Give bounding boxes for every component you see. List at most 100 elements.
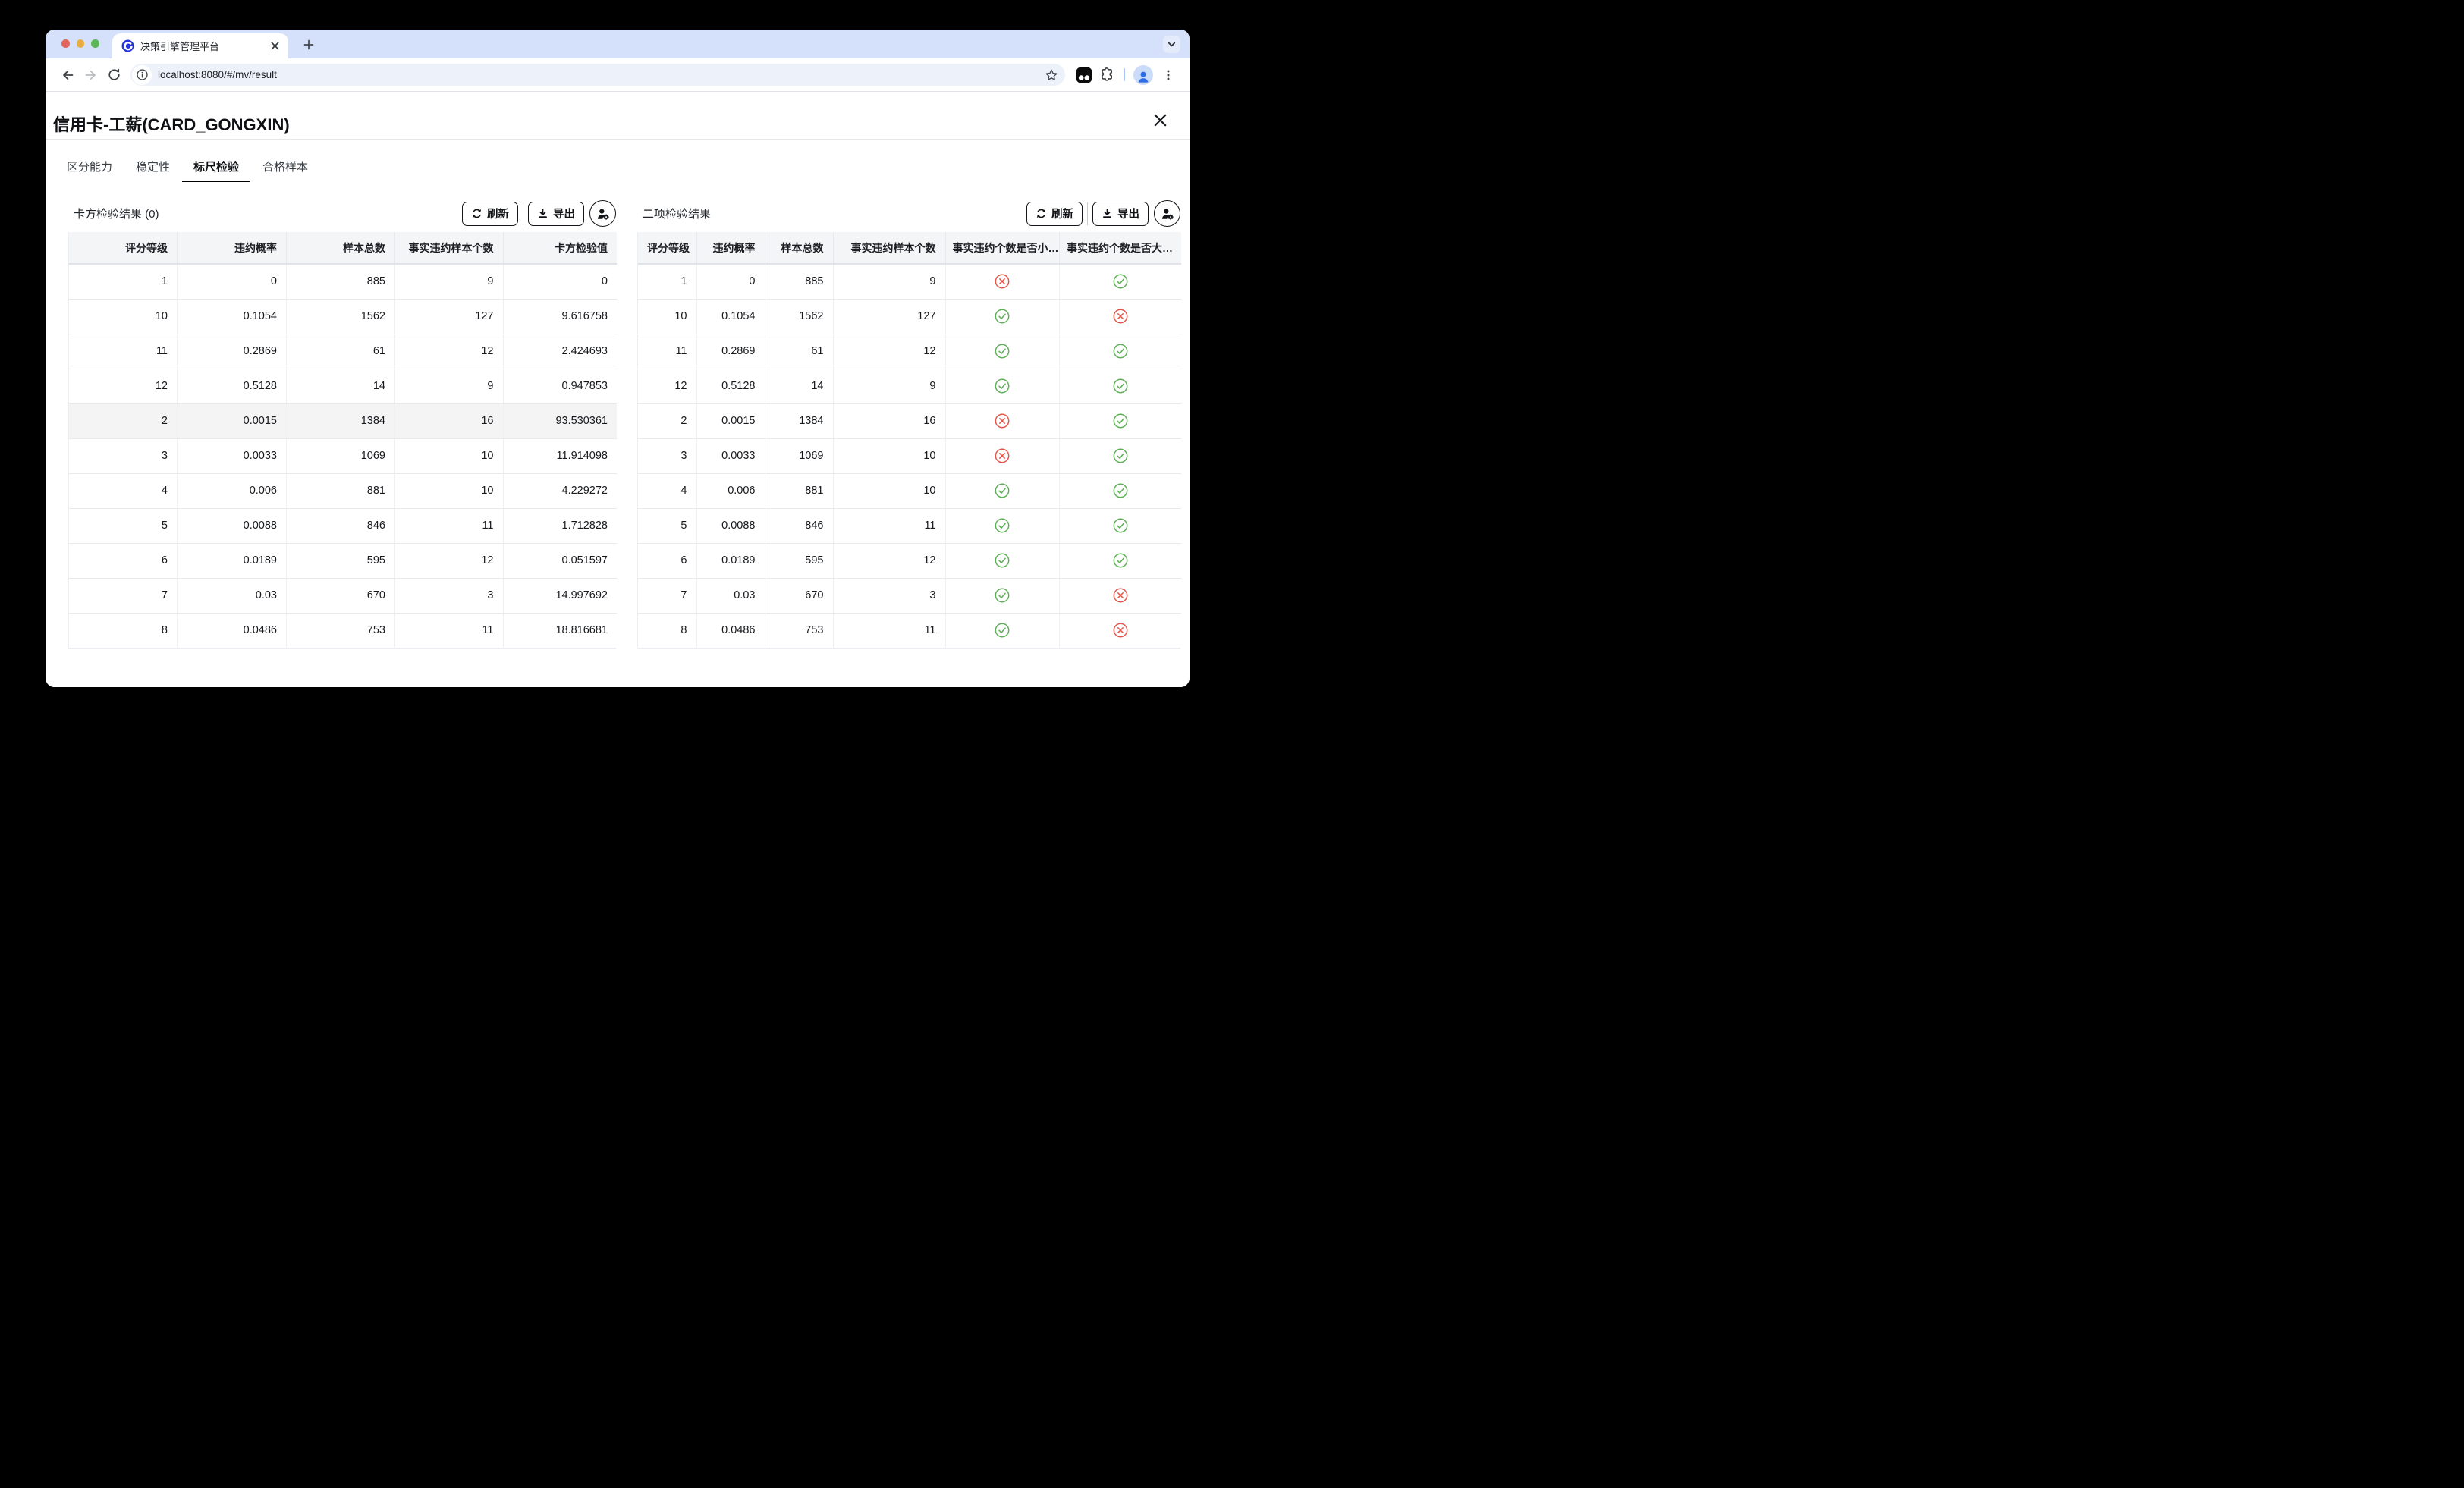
cell-sample-total: 1069 (765, 438, 833, 473)
close-button[interactable] (1151, 111, 1169, 129)
cell-default-prob: 0.0486 (696, 613, 765, 648)
table-row[interactable]: 3 0.0033 1069 10 (638, 438, 1181, 473)
result-tabs: 区分能力 稳定性 标尺检验 合格样本 (66, 160, 309, 175)
table-row[interactable]: 12 0.5128 14 9 (638, 369, 1181, 403)
table-row[interactable]: 1 0 885 9 (638, 264, 1181, 299)
cell-default-prob: 0.0088 (696, 508, 765, 543)
table-row[interactable]: 8 0.0486 753 11 18.816681 (69, 613, 617, 648)
col-chi-square: 卡方检验值 (503, 232, 617, 264)
browser-tab[interactable]: 决策引擎管理平台 (112, 33, 288, 58)
table-row[interactable]: 11 0.2869 61 12 2.424693 (69, 334, 617, 369)
x-circle-icon (995, 448, 1010, 463)
table-row[interactable]: 8 0.0486 753 11 (638, 613, 1181, 648)
window-close-button[interactable] (61, 39, 70, 48)
cell-sample-total: 846 (287, 508, 395, 543)
address-bar[interactable]: localhost:8080/#/mv/result (130, 64, 1065, 86)
extension-badge-icon[interactable] (1073, 64, 1095, 86)
column-settings-button[interactable] (589, 200, 616, 227)
forward-button[interactable] (79, 63, 102, 86)
cell-chi-square: 0.947853 (503, 369, 617, 403)
cell-default-prob: 0.2869 (696, 334, 765, 369)
tab-close-icon[interactable] (269, 39, 281, 52)
cell-actual-defaults: 9 (395, 264, 504, 299)
cell-greater-than-status (1060, 264, 1181, 299)
cell-actual-defaults: 12 (833, 334, 945, 369)
export-button[interactable]: 导出 (528, 202, 584, 226)
cell-sample-total: 881 (287, 473, 395, 508)
new-tab-button[interactable] (299, 35, 319, 55)
tab-discrimination[interactable]: 区分能力 (66, 160, 113, 175)
table-row[interactable]: 2 0.0015 1384 16 93.530361 (69, 403, 617, 438)
cell-default-prob: 0.0088 (178, 508, 287, 543)
cell-actual-defaults: 16 (833, 403, 945, 438)
browser-menu-icon[interactable] (1156, 63, 1180, 86)
window-zoom-button[interactable] (91, 39, 99, 48)
reload-button[interactable] (102, 63, 126, 86)
table-row[interactable]: 11 0.2869 61 12 (638, 334, 1181, 369)
check-circle-icon (995, 309, 1010, 324)
extensions-puzzle-icon[interactable] (1095, 64, 1118, 86)
cell-greater-than-status (1060, 508, 1181, 543)
chi-square-table-body: 1 0 885 9 0 10 0.1054 1562 127 9.616758 … (69, 264, 617, 648)
chi-square-table: 评分等级 违约概率 样本总数 事实违约样本个数 卡方检验值 1 0 885 9 … (69, 232, 617, 648)
page-title: 信用卡-工薪(CARD_GONGXIN) (53, 111, 290, 136)
tab-qualified-sample[interactable]: 合格样本 (262, 160, 309, 175)
cell-sample-total: 14 (287, 369, 395, 403)
cell-grade: 11 (69, 334, 178, 369)
cell-actual-defaults: 11 (833, 508, 945, 543)
table-row[interactable]: 5 0.0088 846 11 (638, 508, 1181, 543)
check-circle-icon (995, 623, 1010, 638)
cell-sample-total: 595 (765, 543, 833, 578)
cell-sample-total: 14 (765, 369, 833, 403)
cell-less-than-status (945, 508, 1060, 543)
table-row[interactable]: 10 0.1054 1562 127 (638, 299, 1181, 334)
table-row[interactable]: 7 0.03 670 3 (638, 578, 1181, 613)
table-row[interactable]: 6 0.0189 595 12 (638, 543, 1181, 578)
check-circle-icon (1113, 483, 1128, 498)
check-circle-icon (995, 588, 1010, 603)
table-row[interactable]: 1 0 885 9 0 (69, 264, 617, 299)
export-button[interactable]: 导出 (1092, 202, 1149, 226)
tab-stability[interactable]: 稳定性 (135, 160, 171, 175)
table-row[interactable]: 7 0.03 670 3 14.997692 (69, 578, 617, 613)
cell-less-than-status (945, 264, 1060, 299)
cell-actual-defaults: 12 (395, 334, 504, 369)
table-row[interactable]: 4 0.006 881 10 (638, 473, 1181, 508)
table-row[interactable]: 10 0.1054 1562 127 9.616758 (69, 299, 617, 334)
site-info-icon[interactable] (132, 65, 152, 85)
cell-chi-square: 4.229272 (503, 473, 617, 508)
cell-actual-defaults: 12 (395, 543, 504, 578)
table-row[interactable]: 2 0.0015 1384 16 (638, 403, 1181, 438)
cell-greater-than-status (1060, 299, 1181, 334)
refresh-button[interactable]: 刷新 (462, 202, 518, 226)
tab-scale-test[interactable]: 标尺检验 (193, 160, 240, 175)
cell-default-prob: 0 (178, 264, 287, 299)
table-row[interactable]: 6 0.0189 595 12 0.051597 (69, 543, 617, 578)
table-row[interactable]: 12 0.5128 14 9 0.947853 (69, 369, 617, 403)
cell-sample-total: 670 (765, 578, 833, 613)
cell-default-prob: 0.5128 (178, 369, 287, 403)
toolbar-divider (1124, 68, 1125, 81)
back-button[interactable] (55, 63, 79, 86)
cell-default-prob: 0 (696, 264, 765, 299)
cell-actual-defaults: 12 (833, 543, 945, 578)
table-row[interactable]: 5 0.0088 846 11 1.712828 (69, 508, 617, 543)
cell-default-prob: 0.5128 (696, 369, 765, 403)
header-divider (46, 139, 1190, 140)
check-circle-icon (995, 553, 1010, 568)
cell-less-than-status (945, 403, 1060, 438)
window-minimize-button[interactable] (77, 39, 85, 48)
tab-search-chevron-icon[interactable] (1163, 36, 1180, 53)
col-default-prob: 违约概率 (178, 232, 287, 264)
chi-square-panel: 卡方检验结果 (0) 刷新 导出 (68, 195, 616, 649)
profile-avatar[interactable] (1133, 65, 1153, 85)
cell-actual-defaults: 3 (395, 578, 504, 613)
table-row[interactable]: 3 0.0033 1069 10 11.914098 (69, 438, 617, 473)
chi-square-panel-title: 卡方检验结果 (0) (74, 206, 159, 221)
table-row[interactable]: 4 0.006 881 10 4.229272 (69, 473, 617, 508)
cell-sample-total: 670 (287, 578, 395, 613)
column-settings-button[interactable] (1154, 200, 1180, 227)
bookmark-star-icon[interactable] (1045, 68, 1058, 82)
refresh-button[interactable]: 刷新 (1026, 202, 1083, 226)
cell-grade: 7 (69, 578, 178, 613)
